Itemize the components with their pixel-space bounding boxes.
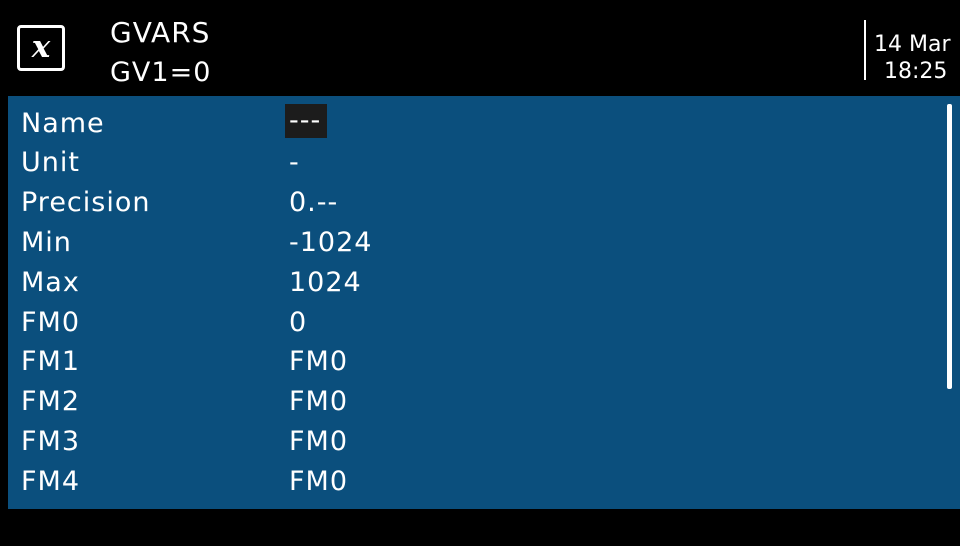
row-fm2[interactable]: FM2 FM0 xyxy=(8,382,948,422)
row-precision[interactable]: Precision 0.-- xyxy=(8,183,948,223)
field-label: Precision xyxy=(21,187,151,218)
row-fm1[interactable]: FM1 FM0 xyxy=(8,342,948,382)
row-fm4[interactable]: FM4 FM0 xyxy=(8,462,948,502)
scrollbar-thumb[interactable] xyxy=(947,104,952,389)
precision-value[interactable]: 0.-- xyxy=(289,183,338,223)
row-fm0[interactable]: FM0 0 xyxy=(8,303,948,343)
logo-glyph: x xyxy=(31,28,51,65)
unit-value[interactable]: - xyxy=(289,143,300,183)
row-fm3[interactable]: FM3 FM0 xyxy=(8,422,948,462)
field-label: FM3 xyxy=(21,426,81,457)
fm2-value[interactable]: FM0 xyxy=(289,382,348,422)
field-label: FM4 xyxy=(21,466,81,497)
min-value[interactable]: -1024 xyxy=(289,223,372,263)
fm3-value[interactable]: FM0 xyxy=(289,422,348,462)
fm4-value[interactable]: FM0 xyxy=(289,462,348,502)
x-logo-icon[interactable]: x xyxy=(17,25,65,71)
fm1-value[interactable]: FM0 xyxy=(289,342,348,382)
row-unit[interactable]: Unit - xyxy=(8,143,948,183)
name-input[interactable]: --- xyxy=(285,104,327,138)
scrollbar-track[interactable] xyxy=(948,389,951,501)
page-subtitle: GV1=0 xyxy=(110,57,212,88)
header-divider xyxy=(864,20,866,80)
max-value[interactable]: 1024 xyxy=(289,263,362,303)
field-label: Name xyxy=(21,108,105,139)
field-label: FM1 xyxy=(21,346,81,377)
field-label: FM0 xyxy=(21,307,81,338)
time-display: 18:25 xyxy=(884,59,948,84)
gvar-settings-panel: Name --- Unit - Precision 0.-- Min -1024… xyxy=(8,96,960,509)
date-display: 14 Mar xyxy=(874,32,951,57)
row-min[interactable]: Min -1024 xyxy=(8,223,948,263)
row-name[interactable]: Name xyxy=(8,104,948,144)
fm0-value[interactable]: 0 xyxy=(289,303,307,343)
name-value: --- xyxy=(289,105,322,136)
top-bar: x GVARS GV1=0 14 Mar 18:25 xyxy=(0,0,960,96)
field-label: Max xyxy=(21,267,80,298)
field-label: Min xyxy=(21,227,72,258)
bottom-bar xyxy=(0,509,960,546)
row-max[interactable]: Max 1024 xyxy=(8,263,948,303)
field-label: Unit xyxy=(21,147,80,178)
page-title: GVARS xyxy=(110,16,211,49)
field-label: FM2 xyxy=(21,386,81,417)
